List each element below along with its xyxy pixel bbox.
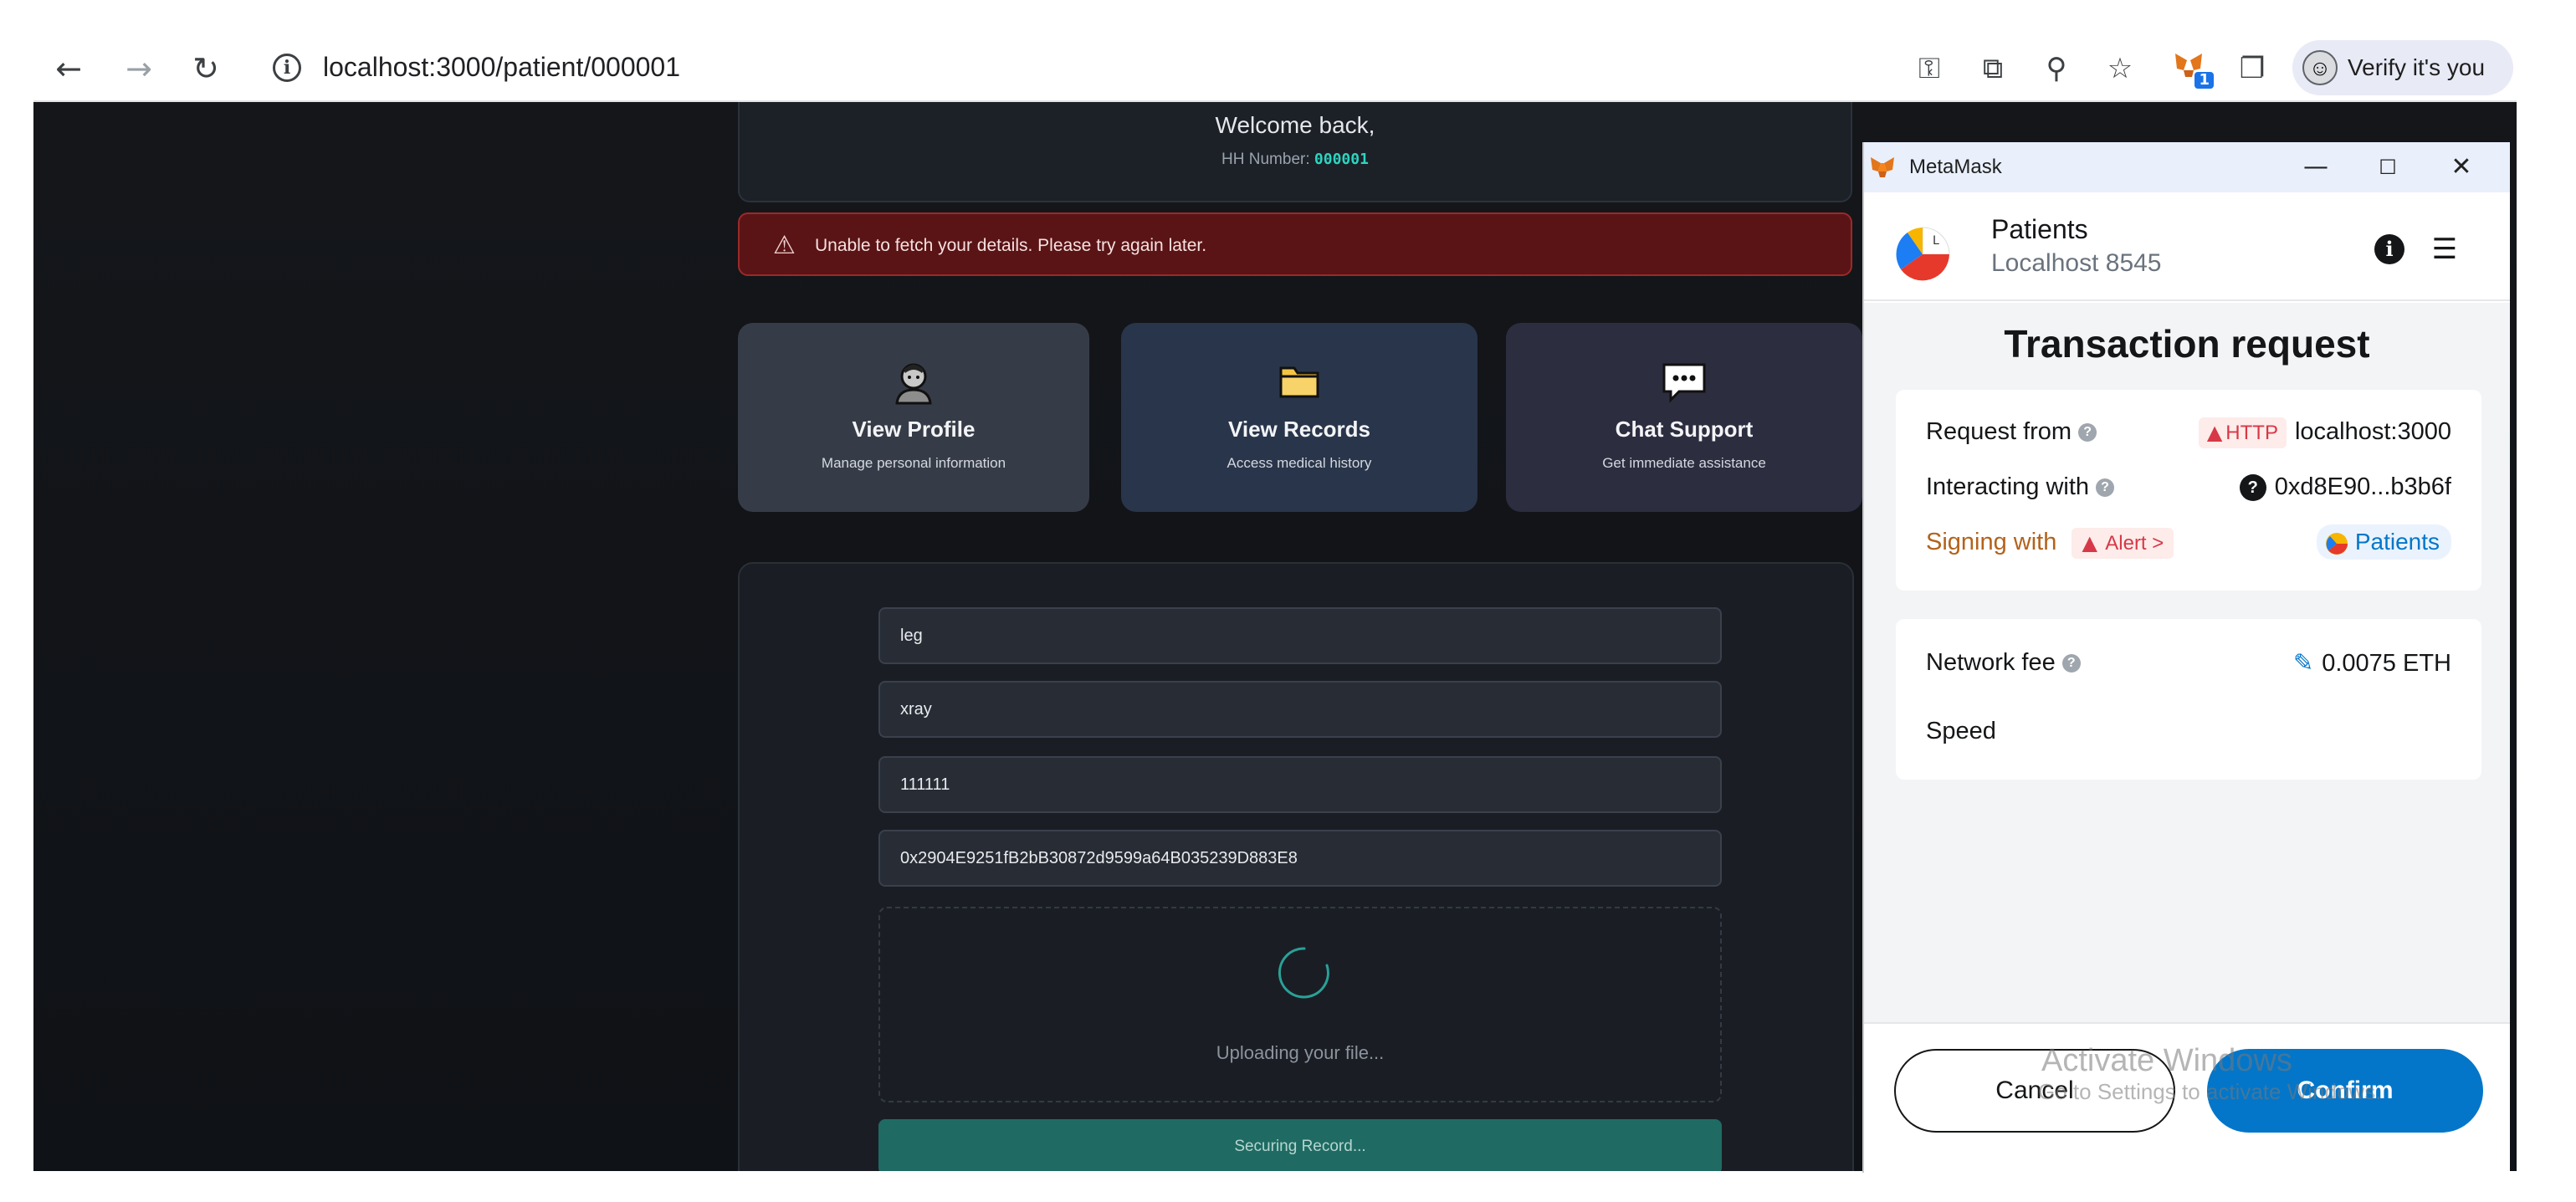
network-fee-label: Network fee xyxy=(1926,649,2056,676)
loading-spinner-icon xyxy=(1278,947,1329,999)
request-from-row: Request from? ▲ HTTP localhost:3000 xyxy=(1926,413,2451,450)
maximize-icon[interactable]: ☐ xyxy=(2363,147,2413,187)
network-fee-value: 0.0075 ETH xyxy=(2322,650,2451,677)
site-info-icon[interactable]: i xyxy=(273,54,301,82)
address-bar[interactable]: i localhost:3000/patient/000001 xyxy=(259,42,1849,95)
close-icon[interactable]: ✕ xyxy=(2436,147,2486,187)
file-upload-zone[interactable]: Uploading your file... xyxy=(878,907,1722,1102)
warning-triangle-icon: ▲ xyxy=(2082,530,2097,555)
contract-address-group[interactable]: ? 0xd8E90...b3b6f xyxy=(2239,468,2451,505)
chat-support-title: Chat Support xyxy=(1615,417,1754,442)
install-app-icon[interactable]: ⧉ xyxy=(1973,49,2013,89)
signing-account-pill[interactable]: Patients xyxy=(2316,524,2451,560)
speed-label: Speed xyxy=(1926,718,1996,744)
alert-tag[interactable]: ▲ Alert > xyxy=(2072,527,2174,559)
account-avatar-icon xyxy=(2325,532,2348,555)
reload-icon[interactable]: ↻ xyxy=(187,50,224,87)
bookmark-star-icon[interactable]: ☆ xyxy=(2100,49,2140,89)
metamask-fox-icon xyxy=(1871,157,1894,177)
confirm-button[interactable]: Confirm xyxy=(2207,1049,2483,1133)
fee-details-box: Network fee? ✎ 0.0075 ETH Speed xyxy=(1896,619,2481,780)
interacting-with-label: Interacting with xyxy=(1926,473,2090,500)
request-from-value-group: ▲ HTTP localhost:3000 xyxy=(2198,413,2451,450)
hh-number-line: HH Number: 000001 xyxy=(740,151,1851,169)
site-avatar-icon: L xyxy=(1896,227,1950,281)
view-records-subtitle: Access medical history xyxy=(1227,455,1372,471)
view-profile-title: View Profile xyxy=(852,417,976,442)
help-icon[interactable]: ? xyxy=(2096,478,2115,498)
extension-badge: 1 xyxy=(2194,72,2214,89)
upload-status-text: Uploading your file... xyxy=(1216,1042,1385,1063)
help-icon[interactable]: ? xyxy=(2078,423,2097,442)
metamask-titlebar: MetaMask — ☐ ✕ xyxy=(1864,142,2510,192)
contract-address: 0xd8E90...b3b6f xyxy=(2274,473,2451,500)
transaction-request-heading: Transaction request xyxy=(2004,322,2370,366)
view-records-title: View Records xyxy=(1227,417,1371,442)
hh-number-label: HH Number: xyxy=(1221,151,1310,168)
error-banner: ⚠ Unable to fetch your details. Please t… xyxy=(738,212,1852,276)
signing-account-name: Patients xyxy=(2354,529,2440,555)
transaction-request-body: Transaction request Request from? ▲ HTTP l… xyxy=(1864,303,2510,1022)
help-icon[interactable]: ? xyxy=(2061,654,2081,673)
metamask-popup-window: MetaMask — ☐ ✕ L Patients Localhost 8545… xyxy=(1862,142,2510,1173)
speed-row: Speed xyxy=(1926,713,2451,749)
view-profile-subtitle: Manage personal information xyxy=(821,455,1006,471)
request-from-value: localhost:3000 xyxy=(2294,418,2451,445)
url-text[interactable]: localhost:3000/patient/000001 xyxy=(323,52,680,83)
warning-triangle-icon: ▲ xyxy=(2206,421,2223,444)
metamask-site-header: L Patients Localhost 8545 i ☰ xyxy=(1864,192,2510,301)
metamask-window-title: MetaMask xyxy=(1909,156,2002,178)
extensions-puzzle-icon[interactable]: ❐ xyxy=(2232,49,2272,89)
info-icon[interactable]: i xyxy=(2374,234,2404,264)
view-records-card[interactable]: View Records Access medical history xyxy=(1121,323,1477,512)
cancel-button[interactable]: Cancel xyxy=(1894,1049,2175,1133)
profile-avatar-icon: ☺ xyxy=(2302,50,2338,85)
record-field-2-input[interactable]: xray xyxy=(878,681,1722,738)
folder-icon xyxy=(1121,358,1477,405)
chevron-right-icon: > xyxy=(2152,531,2164,555)
person-icon xyxy=(738,358,1089,405)
back-icon[interactable]: ← xyxy=(50,50,87,87)
profile-verify-label: Verify it's you xyxy=(2348,54,2486,80)
http-warning-tag[interactable]: ▲ HTTP xyxy=(2198,417,2287,448)
record-field-3-input[interactable]: 111111 xyxy=(878,756,1722,813)
edit-pencil-icon[interactable]: ✎ xyxy=(2293,648,2313,677)
signing-with-label: Signing with xyxy=(1926,529,2057,555)
network-fee-row: Network fee? ✎ 0.0075 ETH xyxy=(1926,644,2451,681)
metamask-extension-icon[interactable]: 1 xyxy=(2169,49,2214,89)
site-name: Patients xyxy=(1991,214,2088,244)
zoom-icon[interactable]: ⚲ xyxy=(2036,49,2077,89)
securing-record-button[interactable]: Securing Record... xyxy=(878,1119,1722,1171)
error-message: Unable to fetch your details. Please try… xyxy=(815,236,1207,255)
browser-toolbar: ← → ↻ i localhost:3000/patient/000001 ⚿ … xyxy=(33,35,2517,102)
record-field-1-input[interactable]: leg xyxy=(878,607,1722,664)
site-initial: L xyxy=(1933,234,1939,248)
request-from-label: Request from xyxy=(1926,418,2072,445)
minimize-icon[interactable]: — xyxy=(2291,147,2341,187)
interacting-with-row: Interacting with? ? 0xd8E90...b3b6f xyxy=(1926,468,2451,505)
welcome-card: Welcome back, HH Number: 000001 xyxy=(738,102,1852,202)
site-network: Localhost 8545 xyxy=(1991,249,2162,277)
forward-icon[interactable]: → xyxy=(120,50,157,87)
chat-bubble-icon xyxy=(1506,358,1862,405)
profile-verify-button[interactable]: ☺ Verify it's you xyxy=(2292,40,2513,95)
request-details-box: Request from? ▲ HTTP localhost:3000 Intera… xyxy=(1896,390,2481,591)
unknown-contract-icon: ? xyxy=(2239,474,2266,502)
alert-tag-label: Alert xyxy=(2105,531,2147,555)
signing-with-row: Signing with ▲ Alert > Patients xyxy=(1926,524,2451,560)
metamask-footer: Cancel Confirm xyxy=(1864,1022,2510,1173)
chat-support-card[interactable]: Chat Support Get immediate assistance xyxy=(1506,323,1862,512)
chat-support-subtitle: Get immediate assistance xyxy=(1602,455,1766,471)
signing-account-group: Patients xyxy=(2316,524,2451,560)
warning-triangle-icon: ⚠ xyxy=(773,231,796,260)
password-key-icon[interactable]: ⚿ xyxy=(1909,49,1949,89)
upload-record-form: leg xray 111111 0x2904E9251fB2bB30872d95… xyxy=(738,562,1854,1171)
welcome-title: Welcome back, xyxy=(1215,112,1375,138)
view-profile-card[interactable]: View Profile Manage personal information xyxy=(738,323,1089,512)
hh-number-value: 000001 xyxy=(1314,151,1369,168)
http-tag-label: HTTP xyxy=(2225,422,2278,444)
network-fee-group[interactable]: ✎ 0.0075 ETH xyxy=(2293,644,2451,682)
record-field-4-input[interactable]: 0x2904E9251fB2bB30872d9599a64B035239D883… xyxy=(878,830,1722,887)
sliders-settings-icon[interactable]: ☰ xyxy=(2426,233,2463,266)
